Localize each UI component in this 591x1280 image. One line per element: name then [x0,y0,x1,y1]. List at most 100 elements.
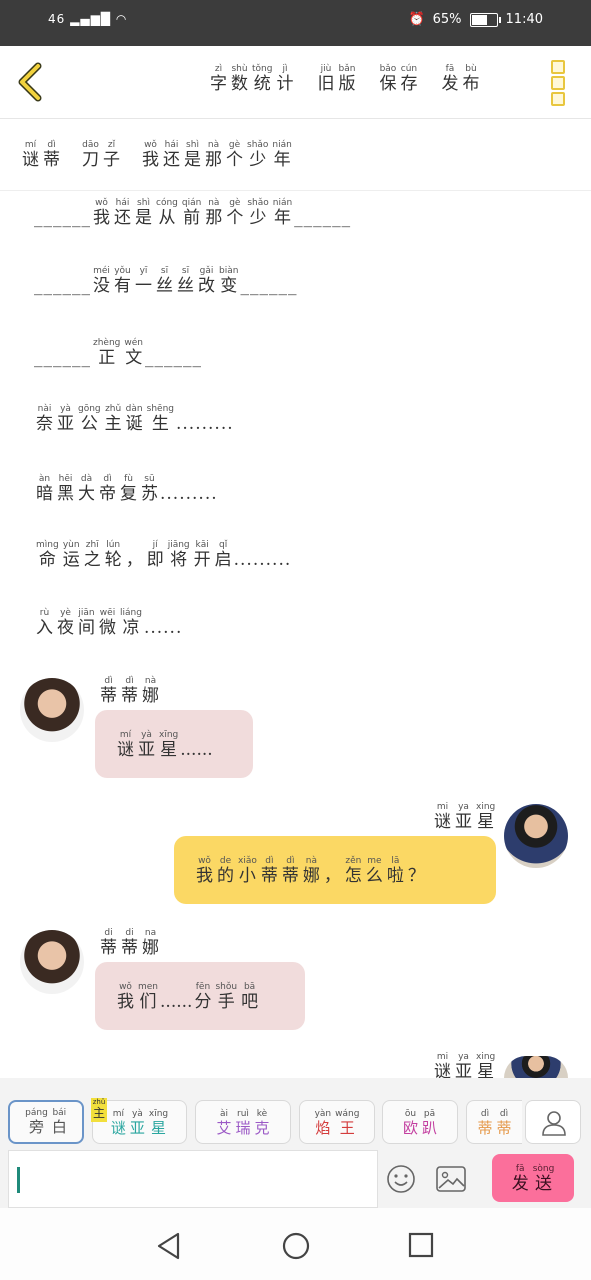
pinyin: wáng [335,1109,360,1119]
image-icon[interactable] [436,1166,466,1192]
ruby-char: wáng 王 [335,1109,359,1137]
pinyin: wén [124,338,143,348]
pinyin: zěn [345,856,362,866]
avatar-didina[interactable] [20,930,84,994]
author-name: mí 谜 dì 蒂 [20,140,62,170]
pinyin: sī [160,266,169,276]
ruby-char: jiān 间 [78,608,95,638]
pinyin: gǎi [199,266,214,276]
story-line[interactable]: mìng 命 yùn 运 zhī 之 lún 轮 ， jí 即 jiāng 将 kāi 开 qǐ 启.....… [34,540,291,570]
pinyin: hái [164,140,179,150]
system-nav-bar [0,1208,591,1280]
hanzi: 的 [217,866,234,886]
story-line[interactable]: ______ zhèng 正 wén 文 ______ [34,338,202,368]
role-chip[interactable]: dì 蒂 dì 蒂 [466,1100,522,1144]
publish-button[interactable]: fā 发 bù 布 [439,64,481,94]
pinyin: nài [37,404,52,414]
message-bubble[interactable]: wǒ 我 men 们...... fēn 分 shǒu 手 bā 吧 [95,962,305,1030]
recents-square-icon[interactable] [408,1232,434,1258]
pinyin: yī [139,266,148,276]
hanzi: 手 [217,992,235,1012]
send-button[interactable]: fā 发 sòng 送 [492,1154,574,1202]
role-chip[interactable]: ōu 欧 pā 趴 [382,1100,458,1144]
hanzi: 计 [276,74,294,94]
hanzi: 亚 [129,1119,145,1137]
pinyin: ài [219,1109,228,1119]
ruby-char: yà 亚 [57,404,74,434]
more-menu-icon[interactable] [551,60,565,106]
ruby-char: lā 啦 [387,856,404,886]
hanzi: 奈 [36,414,53,434]
pinyin: gè [229,198,241,208]
character-manage-button[interactable] [525,1100,581,1144]
ruby-char: ， [324,856,341,886]
hanzi: 统 [253,74,271,94]
hanzi: 年 [273,150,291,170]
story-line[interactable]: àn 暗 hēi 黑 dà 大 dì 帝 fù 复 sū 苏......... [34,474,218,504]
hanzi: 亚 [455,812,472,832]
avatar-miyaxing[interactable] [504,804,568,868]
story-line[interactable]: ______ wǒ 我 hái 还 shì 是 cóng 从 qián 前 nà 那 gè 个 shǎo 少 ni… [34,198,351,228]
avatar-didina[interactable] [20,678,84,742]
pinyin: dì [286,856,295,866]
story-line[interactable]: nài 奈 yà 亚 gōng 公 zhǔ 主 dàn 诞 shēng 生......... [34,404,234,434]
back-chevron-icon[interactable] [14,60,50,104]
line-suffix: ______ [294,208,352,228]
emoji-icon[interactable] [386,1164,416,1194]
avatar-miyaxing[interactable] [504,1056,568,1078]
pinyin: mìng [36,540,59,550]
pinyin: zhī [85,540,99,550]
hanzi: 数 [231,74,248,94]
pinyin: fā [515,1164,525,1174]
hanzi: 夜 [57,618,74,638]
pinyin: shì [186,140,199,150]
hanzi: 诞 [125,414,143,434]
pinyin: méi [93,266,110,276]
pinyin: shù [231,64,248,74]
ruby-char: hái 还 [163,140,180,170]
ruby-char: wǒ 我 [196,856,213,886]
hanzi: 白 [51,1118,67,1136]
underline-prefix: ______ [34,208,91,228]
message-bubble[interactable]: mí 谜 yà 亚 xīng 星...... [95,710,253,778]
pinyin: nián [272,140,292,150]
ruby-char: nà 娜 [303,856,320,886]
hanzi: 丝 [177,276,194,296]
ruby-char: sū 苏 [141,474,158,504]
hanzi: 王 [339,1119,355,1137]
story-line[interactable]: rù 入 yè 夜 jiān 间 wēi 微 liáng 凉...... [34,608,182,638]
composer: páng 旁 bái 白 mí 谜 yà 亚 xīng 星 ài 艾 ruì 瑞 kè 克 yàn 焰 wáng 王 ō… [0,1078,591,1208]
role-chip[interactable]: ài 艾 ruì 瑞 kè 克 [195,1100,291,1144]
story-line[interactable]: ______ méi 没 yǒu 有 yī 一 sī 丝 sī 丝 gǎi 改 biàn 变 ______ [34,266,297,296]
hanzi: 间 [78,618,95,638]
role-chip[interactable]: yàn 焰 wáng 王 [299,1100,375,1144]
pinyin: kè [256,1109,268,1119]
role-chip[interactable]: páng 旁 bái 白 [8,1100,84,1144]
hanzi: ？ [407,866,425,886]
hanzi: 亚 [57,414,74,434]
ruby-char: zhī 之 [84,540,101,570]
home-circle-icon[interactable] [282,1232,310,1260]
pinyin: shǎo [247,140,269,150]
ruby-char: nián 年 [272,140,291,170]
hanzi: 娜 [142,938,159,958]
story-title[interactable]: wǒ 我 hái 还 shì 是 nà 那 gè 个 shǎo 少 nián 年 [140,140,294,170]
ruby-char: bǎn 版 [338,64,355,94]
top-bar: zì 字 shù 数 tǒng 统 jì 计 jiù 旧 bǎn 版 bǎo 保 cún 存 fā 发 bù 布 [0,46,591,119]
battery-icon [469,12,501,27]
pinyin: bǎo [379,64,397,74]
person-icon [542,1111,566,1136]
message-input[interactable] [8,1150,378,1208]
message-bubble[interactable]: wǒ 我 de 的 xiǎo 小 dì 蒂 dì 蒂 nà 娜 ， zěn 怎 me 么 lā 啦 ？ [174,836,496,904]
pinyin: zì [214,64,223,74]
pinyin: na [144,928,157,938]
ruby-char: na 娜 [142,928,159,958]
old-version-button[interactable]: jiù 旧 bǎn 版 [315,64,357,94]
back-triangle-icon[interactable] [156,1232,182,1260]
save-button[interactable]: bǎo 保 cún 存 [377,64,419,94]
pinyin: sī [181,266,190,276]
word-count-button[interactable]: zì 字 shù 数 tǒng 统 jì 计 [208,64,295,94]
pinyin: nà [144,676,157,686]
ruby-char: bā 吧 [241,982,258,1012]
hanzi: 旧 [317,74,335,94]
